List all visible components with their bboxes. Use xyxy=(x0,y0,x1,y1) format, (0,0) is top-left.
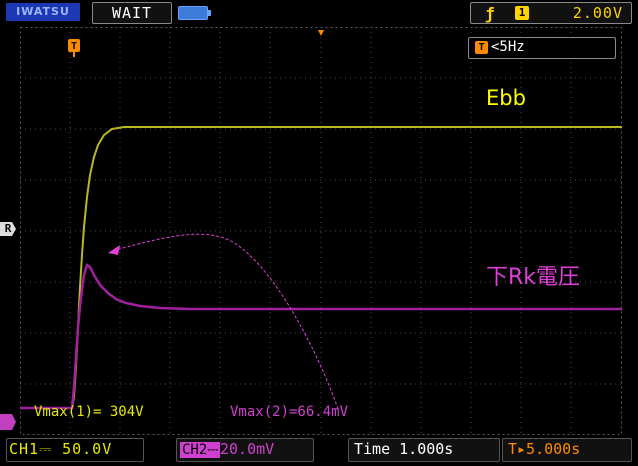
measurement-vmax1: Vmax(1)= 304V xyxy=(34,404,144,420)
trigger-frequency: <5Hz xyxy=(491,39,525,55)
top-status-bar: IWATSU WAIT ƒ 1 2.00V xyxy=(0,0,638,26)
trigger-position-value: T▸5.000s xyxy=(508,440,581,458)
brand-logo: IWATSU xyxy=(6,3,80,21)
measurement-vmax2: Vmax(2)=66.4mV xyxy=(230,404,349,420)
battery-icon xyxy=(178,6,211,20)
ch2-tag: CH2⎓ xyxy=(180,442,221,458)
ch2-scale: 20.0mV xyxy=(220,440,275,458)
ch1-setting[interactable]: CH1⎓ 50.0V xyxy=(6,438,144,462)
trigger-marker: T xyxy=(71,41,77,52)
reference-marker: R xyxy=(0,222,16,236)
rising-edge-icon: ƒ xyxy=(485,4,495,23)
trigger-settings[interactable]: ƒ 1 2.00V xyxy=(470,2,632,24)
trigger-icon: T xyxy=(475,41,488,54)
trigger-frequency-box: T <5Hz xyxy=(468,37,616,59)
waveform-display: T xyxy=(20,27,622,435)
run-state-indicator[interactable]: WAIT xyxy=(92,2,172,24)
timebase-value: Time 1.000s xyxy=(354,440,454,458)
label-ebb: Ebb xyxy=(486,86,526,110)
graticule: T xyxy=(20,27,622,435)
ch1-scale: CH1⎓ 50.0V xyxy=(9,440,113,458)
trigger-source-badge: 1 xyxy=(515,6,529,20)
ch2-ground-marker xyxy=(0,414,16,430)
annotation-arrow xyxy=(111,233,339,410)
trigger-level: 2.00V xyxy=(572,4,623,22)
label-rk-voltage: 下Rk電圧 xyxy=(486,265,581,290)
